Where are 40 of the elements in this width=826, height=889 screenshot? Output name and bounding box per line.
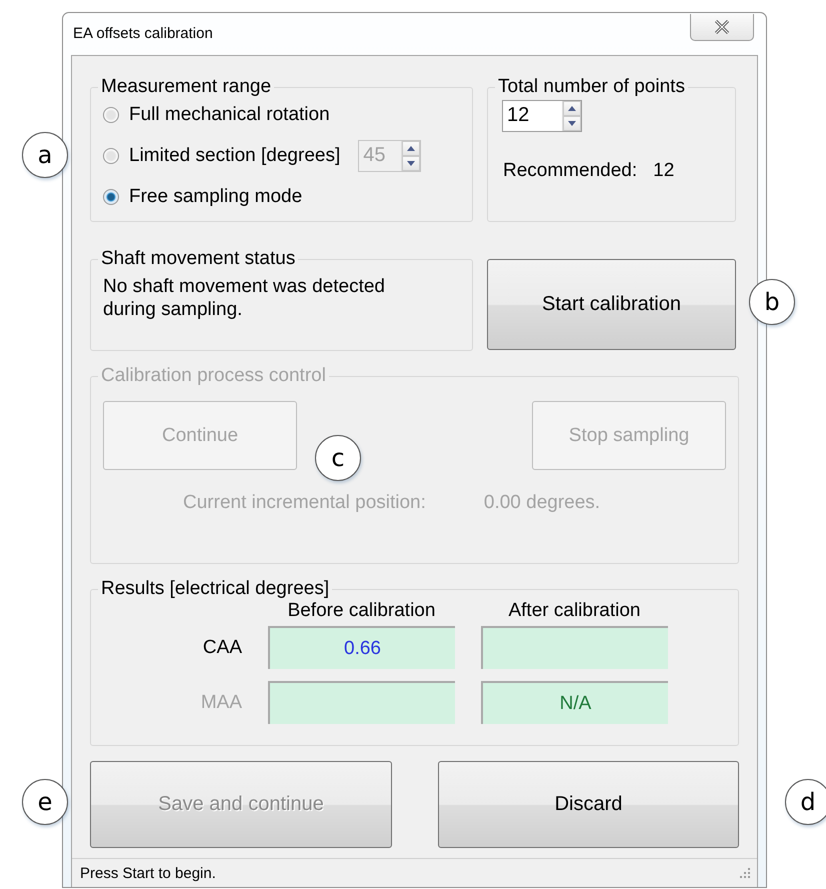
points-spin-field[interactable]: 12 [502, 100, 582, 132]
callout-marker: d [785, 779, 826, 825]
group-title: Results [electrical degrees] [100, 578, 330, 600]
position-value: 0.00 degrees. [484, 492, 600, 514]
close-icon [714, 20, 730, 34]
up-arrow-icon [407, 146, 416, 150]
window-title: EA offsets calibration [73, 25, 213, 42]
group-title: Shaft movement status [100, 248, 296, 270]
callout-marker: e [22, 779, 68, 825]
result-field: 0.66 [268, 626, 455, 669]
callout-marker: a [22, 132, 68, 178]
row-label: CAA [202, 636, 242, 658]
down-arrow-icon [407, 160, 416, 166]
status-text: Press Start to begin. [80, 864, 216, 882]
column-header: Before calibration [286, 600, 436, 622]
callout-marker: b [749, 279, 795, 325]
radio-button[interactable] [103, 148, 119, 164]
radio-button[interactable] [103, 188, 119, 204]
result-field: N/A [481, 681, 668, 724]
recommended-value: 12 [653, 160, 674, 182]
radio-label: Free sampling mode [129, 186, 302, 208]
down-arrow-icon [568, 121, 576, 126]
radio-label: Limited section [degrees] [129, 144, 340, 166]
group-title: Total number of points [497, 76, 686, 98]
group-title: Measurement range [100, 76, 272, 98]
radio-button[interactable] [103, 106, 119, 122]
row-label: MAA [200, 692, 242, 714]
position-label: Current incremental position: [183, 492, 426, 514]
up-arrow-icon [568, 106, 576, 111]
group-title: Calibration process control [100, 365, 327, 387]
recommended-label: Recommended: [503, 160, 638, 182]
start-calibration-button[interactable]: Start calibration [487, 259, 736, 350]
radio-label: Full mechanical rotation [129, 104, 330, 126]
column-header: After calibration [507, 600, 642, 622]
close-button[interactable] [690, 14, 754, 41]
resize-grip-icon[interactable] [739, 867, 751, 879]
discard-button[interactable]: Discard [438, 761, 739, 848]
status-message: No shaft movement was detected during sampling. [103, 276, 386, 322]
spin-up-button[interactable] [563, 101, 581, 116]
spin-down-button[interactable] [563, 116, 581, 131]
